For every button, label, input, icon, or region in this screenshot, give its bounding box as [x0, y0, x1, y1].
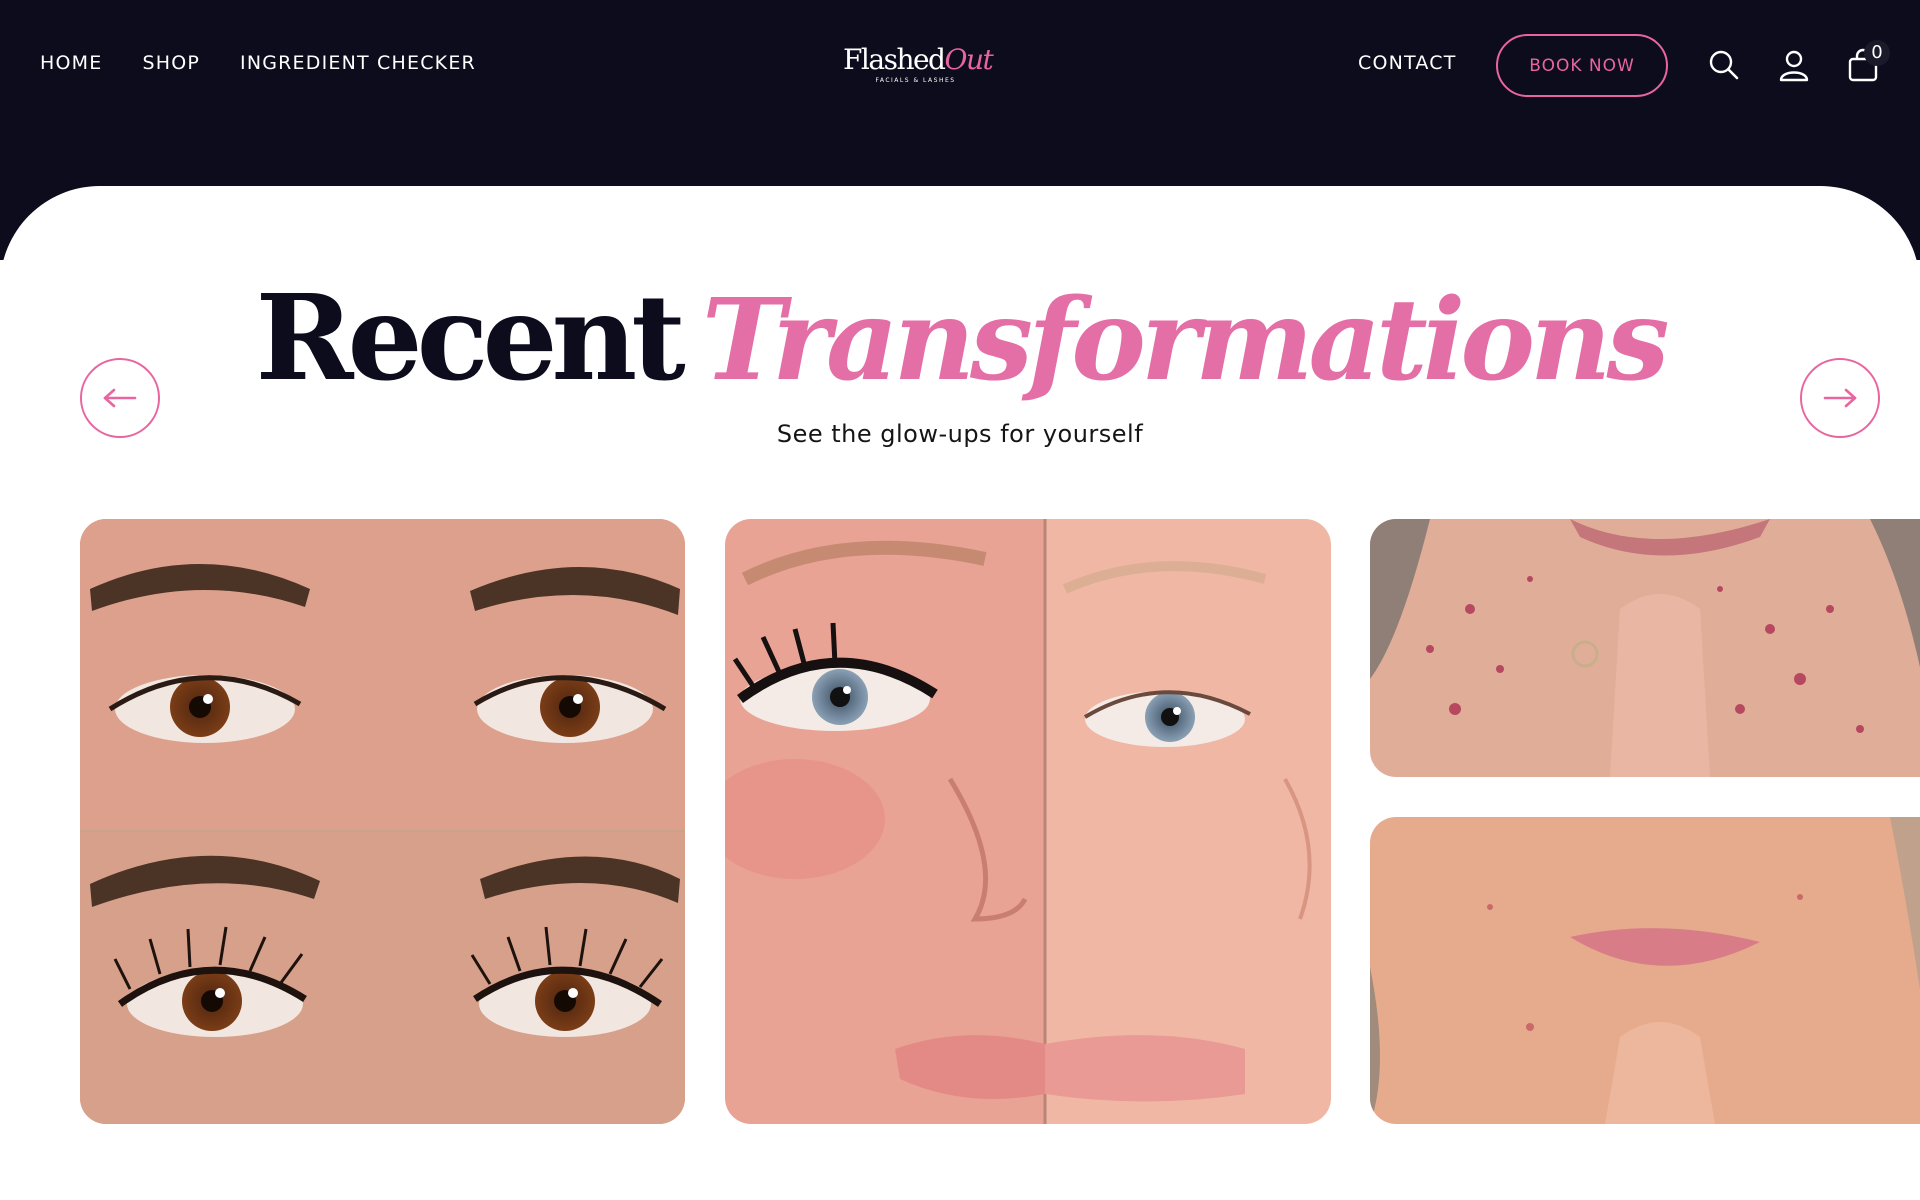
- logo-wordmark: FlashedOut: [843, 43, 994, 76]
- section-subtitle: See the glow-ups for yourself: [776, 420, 1144, 448]
- title-word-transformations: Transformations: [701, 275, 1670, 406]
- carousel-prev-button[interactable]: [80, 358, 160, 438]
- title-word-recent: Recent: [255, 268, 685, 407]
- user-icon[interactable]: [1777, 48, 1811, 82]
- nav-shop-link[interactable]: SHOP: [142, 52, 200, 74]
- section-title: Recent Transformations: [0, 268, 1920, 438]
- book-now-button[interactable]: BOOK NOW: [1496, 34, 1668, 97]
- transformation-image-facial-after[interactable]: [1370, 817, 1920, 1124]
- nav-home-link[interactable]: HOME: [40, 52, 102, 74]
- carousel-next-button[interactable]: [1800, 358, 1880, 438]
- logo-tagline: FACIALS & LASHES: [875, 77, 956, 84]
- arrow-right-icon: [1823, 388, 1857, 408]
- main-nav: HOME SHOP INGREDIENT CHECKER: [40, 52, 476, 74]
- arrow-left-icon: [103, 388, 137, 408]
- cart-count-badge: 0: [1864, 40, 1890, 66]
- transformation-image-facial-before[interactable]: [1370, 519, 1920, 777]
- logo[interactable]: FlashedOut FACIALS & LASHES: [843, 43, 994, 85]
- transformation-image-lash-lift[interactable]: [80, 519, 685, 1124]
- transformation-image-lash-extension[interactable]: [725, 519, 1331, 1124]
- nav-ingredient-checker-link[interactable]: INGREDIENT CHECKER: [240, 52, 476, 74]
- search-icon[interactable]: [1707, 48, 1741, 82]
- nav-contact-link[interactable]: CONTACT: [1358, 52, 1457, 74]
